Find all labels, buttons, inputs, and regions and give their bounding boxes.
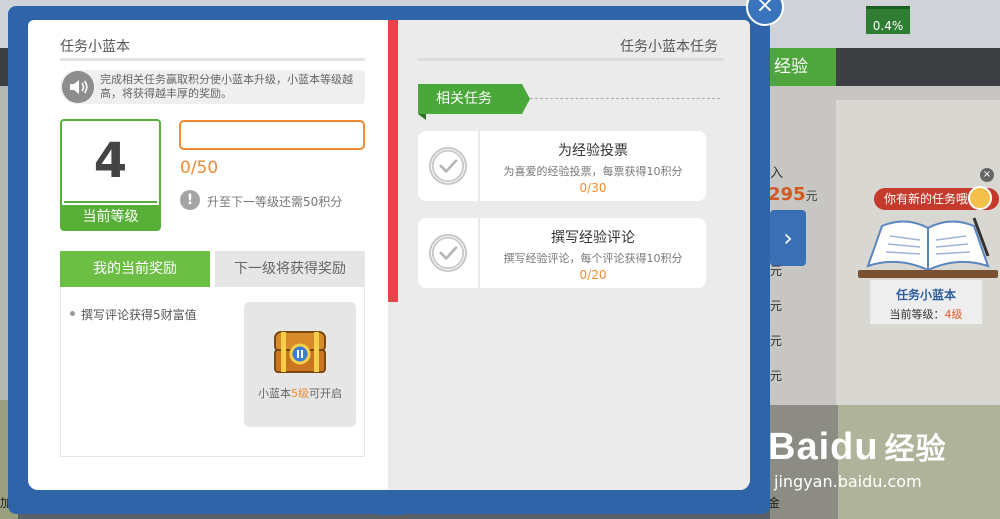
task-icon-area (418, 218, 480, 288)
level-progress-bar (179, 120, 365, 150)
background-tab-experience[interactable]: 经验 (760, 48, 836, 86)
check-circle-icon (429, 147, 467, 185)
right-page-title: 任务小蓝本任务 (620, 39, 718, 55)
tab-current-rewards[interactable]: 我的当前奖励 (60, 251, 210, 287)
open-book-icon (866, 217, 990, 272)
background-income-label: 入 (770, 166, 784, 181)
exclamation-icon: ! (180, 190, 200, 210)
upgrade-hint: 升至下一等级还需50积分 (207, 195, 343, 209)
notice-level-value: 4级 (944, 308, 963, 321)
background-yuan-label: 元 (770, 369, 783, 383)
left-page-title: 任务小蓝本 (60, 39, 130, 55)
background-yuan-label: 元 (770, 299, 783, 313)
background-income-unit: 元 (805, 189, 818, 203)
related-tasks-ribbon: 相关任务 (418, 84, 530, 114)
baidu-url: jingyan.baidu.com (774, 472, 922, 491)
book-bookmark-band (388, 20, 398, 302)
speaker-icon (62, 71, 94, 103)
background-income-value: 295 (768, 184, 806, 205)
treasure-chest-icon (274, 331, 326, 373)
task-card-vote[interactable]: 为经验投票 为喜爱的经验投票，每票获得10积分 0/30 (418, 131, 706, 201)
notice-shelf (858, 270, 998, 278)
background-income-amount: 295元 (768, 184, 818, 205)
task-notice-card[interactable]: 任务小蓝本 当前等级：4级 (870, 280, 982, 324)
task-description: 为喜爱的经验投票，每票获得10积分 (503, 165, 683, 178)
bullet-icon (70, 311, 75, 316)
current-level-number: 4 (93, 133, 128, 189)
coin-icon (968, 186, 992, 210)
baidu-logo: Baidu 经验 (768, 424, 947, 469)
intro-box: 完成相关任务赢取积分使小蓝本升级，小蓝本等级越高，将获得越丰厚的奖励。 (60, 70, 365, 104)
task-notice-widget[interactable]: 你有新的任务哦! × (858, 168, 999, 276)
notice-close-icon[interactable]: × (980, 168, 994, 182)
background-yuan-label: 元 (770, 334, 783, 348)
right-page-divider (418, 58, 724, 61)
task-progress: 0/30 (579, 181, 607, 195)
level-progress-text: 0/50 (180, 158, 219, 178)
check-circle-icon (429, 234, 467, 272)
ribbon-fold (418, 114, 426, 120)
task-card-comment[interactable]: 撰写经验评论 撰写经验评论，每个评论获得10积分 0/20 (418, 218, 706, 288)
baidu-logo-text: Baidu (768, 426, 879, 468)
notice-title: 任务小蓝本 (895, 288, 956, 302)
tab-next-level-rewards[interactable]: 下一级将获得奖励 (215, 251, 365, 287)
level-divider (64, 201, 157, 203)
baidu-watermark: Baidu 经验 jingyan.baidu.com (768, 424, 1000, 519)
background-yuan-label: 元 (770, 264, 783, 278)
book-spine (366, 500, 416, 515)
caption-suffix: 可开启 (309, 387, 342, 400)
task-progress: 0/20 (579, 268, 607, 282)
next-reward-card: 小蓝本5级可开启 (244, 302, 356, 427)
background-next-button[interactable]: › (770, 210, 806, 266)
ribbon-dashed-line (530, 98, 720, 99)
left-page-divider (60, 58, 365, 61)
notice-level-prefix: 当前等级： (889, 308, 945, 321)
task-description: 撰写经验评论，每个评论获得10积分 (503, 252, 683, 265)
current-level-label: 当前等级 (62, 205, 159, 229)
notice-level: 当前等级：4级 (870, 306, 982, 322)
task-title: 撰写经验评论 (551, 230, 635, 246)
current-level-card: 4 当前等级 (60, 119, 161, 231)
background-progress-badge: 0.4% (866, 6, 910, 34)
caption-prefix: 小蓝本 (258, 387, 291, 400)
reward-item: 撰写评论获得5财富值 (81, 308, 197, 322)
task-icon-area (418, 131, 480, 201)
intro-text: 完成相关任务赢取积分使小蓝本升级，小蓝本等级越高，将获得越丰厚的奖励。 (100, 73, 353, 100)
baidu-logo-suffix: 经验 (884, 433, 947, 466)
caption-level: 5级 (291, 387, 309, 400)
next-reward-caption: 小蓝本5级可开启 (244, 385, 356, 401)
rewards-panel: 撰写评论获得5财富值 小蓝本5级可开启 (60, 287, 365, 457)
task-title: 为经验投票 (558, 143, 628, 159)
